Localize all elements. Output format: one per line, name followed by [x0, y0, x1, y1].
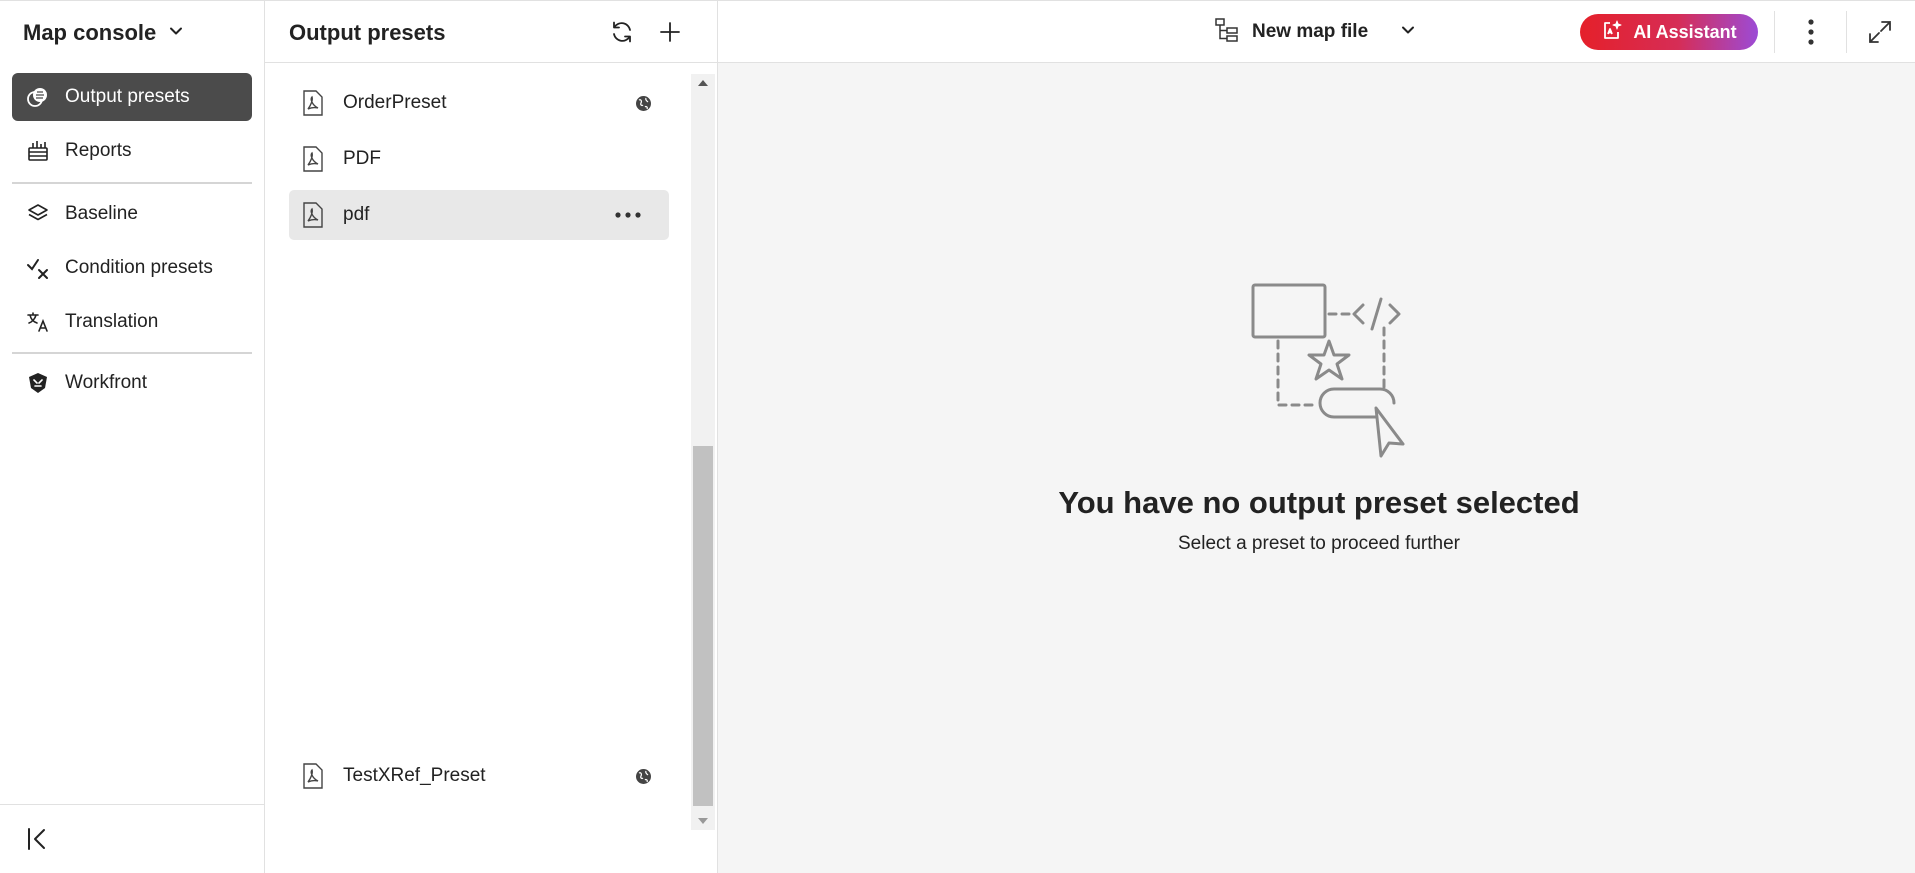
refresh-icon[interactable] — [607, 17, 637, 47]
nav-item-label: Workfront — [65, 372, 148, 393]
globe-icon — [635, 767, 653, 785]
preset-label: OrderPreset — [343, 92, 447, 113]
preset-item[interactable]: OrderPreset — [289, 78, 669, 128]
map-tree-icon — [1214, 17, 1240, 48]
preset-item[interactable]: PDF — [289, 134, 669, 184]
empty-state-title: You have no output preset selected — [1058, 485, 1580, 520]
scrollbar[interactable] — [691, 74, 715, 830]
nav-divider — [12, 182, 252, 184]
presets-header: Output presets — [265, 1, 717, 63]
top-bar: New map file AI Assistant — [718, 1, 1915, 63]
presets-panel: Output presets OrderPreset PDF pdf TestX… — [265, 1, 718, 873]
nav-item-condition-presets[interactable]: Condition presets — [12, 244, 252, 292]
output-presets-icon — [25, 84, 51, 110]
nav-item-reports[interactable]: Reports — [12, 127, 252, 175]
app-window: Map console Output presets Reports Basel… — [0, 0, 1915, 873]
main-content: New map file AI Assistant You have no ou… — [718, 1, 1915, 873]
ai-assistant-label: AI Assistant — [1633, 21, 1737, 42]
collapse-left-icon[interactable] — [24, 825, 52, 853]
ai-assistant-button[interactable]: AI Assistant — [1580, 14, 1758, 50]
scroll-down-arrow-icon[interactable] — [691, 812, 715, 830]
preset-item[interactable]: TestXRef_Preset — [289, 751, 669, 801]
map-console-dropdown[interactable]: Map console — [23, 19, 184, 47]
nav-item-workfront[interactable]: Workfront — [12, 359, 252, 407]
more-options-icon[interactable] — [613, 205, 643, 225]
ai-sparkle-icon — [1601, 19, 1623, 46]
condition-icon — [25, 255, 51, 281]
nav-footer — [0, 804, 265, 873]
left-navigation: Map console Output presets Reports Basel… — [0, 1, 265, 873]
expand-icon[interactable] — [1865, 17, 1895, 47]
scrollbar-thumb[interactable] — [693, 446, 713, 806]
map-file-dropdown[interactable]: New map file — [1214, 17, 1416, 47]
chevron-down-icon — [1400, 22, 1416, 43]
nav-item-translation[interactable]: Translation — [12, 298, 252, 346]
preset-item-selected[interactable]: pdf — [289, 190, 669, 240]
pdf-file-icon — [301, 90, 325, 116]
nav-item-label: Condition presets — [65, 257, 213, 278]
toolbar-divider — [1774, 11, 1775, 53]
empty-state-subtitle: Select a preset to proceed further — [1178, 533, 1460, 554]
nav-item-baseline[interactable]: Baseline — [12, 190, 252, 238]
map-file-name: New map file — [1252, 21, 1369, 42]
pdf-file-icon — [301, 202, 325, 228]
preset-label: pdf — [343, 204, 370, 225]
nav-divider — [12, 352, 252, 354]
empty-state-illustration — [1228, 281, 1428, 466]
nav-item-label: Reports — [65, 140, 132, 161]
layers-icon — [25, 201, 51, 227]
pdf-file-icon — [301, 763, 325, 789]
more-vertical-icon[interactable] — [1796, 17, 1826, 47]
preset-label: PDF — [343, 148, 381, 169]
nav-item-label: Output presets — [65, 86, 190, 107]
scroll-up-arrow-icon[interactable] — [691, 74, 715, 92]
chevron-down-icon — [168, 23, 184, 44]
panel-title: Output presets — [289, 20, 446, 45]
plus-icon[interactable] — [655, 17, 685, 47]
pdf-file-icon — [301, 146, 325, 172]
reports-icon — [25, 138, 51, 164]
nav-header-title: Map console — [23, 20, 157, 45]
translate-icon — [25, 309, 51, 335]
nav-item-label: Translation — [65, 311, 159, 332]
toolbar-divider — [1846, 11, 1847, 53]
nav-item-label: Baseline — [65, 203, 138, 224]
workfront-icon — [25, 370, 51, 396]
globe-icon — [635, 94, 653, 112]
nav-item-output-presets[interactable]: Output presets — [12, 73, 252, 121]
preset-label: TestXRef_Preset — [343, 765, 486, 786]
